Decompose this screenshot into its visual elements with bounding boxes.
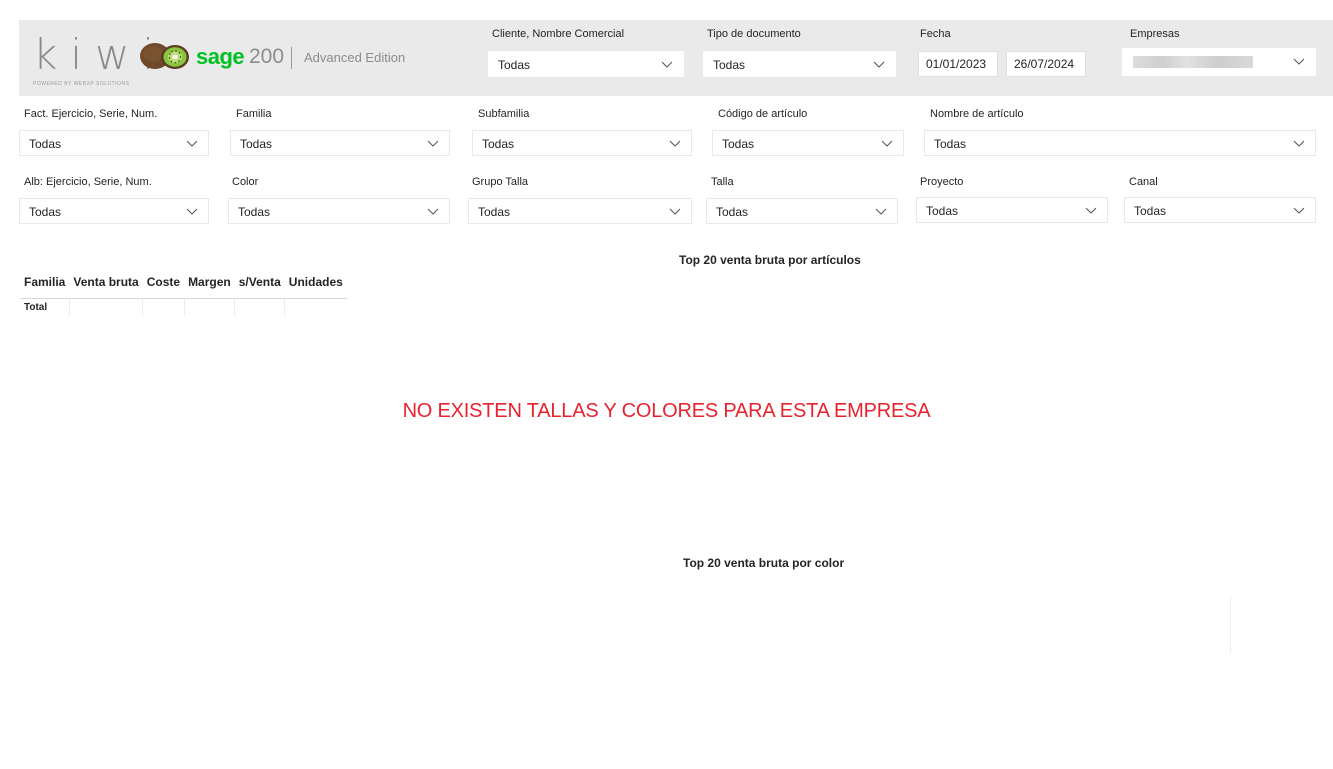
- familia-table: Familia Venta bruta Coste Margen s/Venta…: [20, 270, 347, 316]
- top-articulos-title: Top 20 venta bruta por artículos: [679, 253, 861, 267]
- nombre-articulo-label: Nombre de artículo: [930, 108, 1024, 120]
- total-cell: [285, 298, 347, 316]
- column-header-unidades[interactable]: Unidades: [284, 270, 347, 299]
- talla-label: Talla: [711, 176, 734, 188]
- grupo-talla-label: Grupo Talla: [472, 176, 529, 188]
- proyecto-label: Proyecto: [920, 176, 964, 188]
- cliente-slicer[interactable]: Todas: [488, 51, 684, 77]
- color-slicer[interactable]: Todas: [228, 198, 450, 224]
- proyecto-value: Todas: [926, 204, 959, 218]
- divider: [1230, 596, 1231, 654]
- empresas-slicer[interactable]: [1122, 48, 1316, 76]
- tipo-documento-value: Todas: [713, 58, 746, 72]
- total-cell: [234, 298, 286, 316]
- chevron-down-icon: [669, 140, 681, 147]
- fact-value: Todas: [29, 137, 62, 151]
- alb-value: Todas: [29, 205, 62, 219]
- cliente-value: Todas: [498, 58, 531, 72]
- familia-label: Familia: [236, 108, 272, 120]
- cliente-label: Cliente, Nombre Comercial: [492, 28, 625, 40]
- table-header-row: Familia Venta bruta Coste Margen s/Venta…: [20, 270, 347, 299]
- sage-version-text: 200: [249, 45, 285, 68]
- fact-label: Fact. Ejercicio, Serie, Num.: [24, 108, 158, 120]
- total-label: Total: [20, 298, 70, 316]
- familia-slicer[interactable]: Todas: [230, 130, 450, 156]
- fecha-from-input[interactable]: 01/01/2023: [918, 51, 998, 77]
- chevron-down-icon: [1085, 207, 1097, 214]
- kiwi-sage-logo: kiwi POWERED BY WEBXP SOLUTIONS sage 200…: [33, 30, 433, 88]
- chevron-down-icon: [669, 208, 681, 215]
- chevron-down-icon: [881, 140, 893, 147]
- alb-label: Alb: Ejercicio, Serie, Num.: [24, 176, 152, 188]
- talla-value: Todas: [716, 205, 749, 219]
- chevron-down-icon: [427, 140, 439, 147]
- empresas-label: Empresas: [1130, 28, 1180, 40]
- codigo-articulo-value: Todas: [722, 137, 755, 151]
- nombre-articulo-slicer[interactable]: Todas: [924, 130, 1316, 156]
- column-header-margen[interactable]: Margen: [184, 270, 235, 299]
- column-header-s-venta[interactable]: s/Venta: [234, 270, 285, 299]
- sage-edition-text: Advanced Edition: [304, 50, 406, 65]
- fact-slicer[interactable]: Todas: [19, 130, 209, 156]
- canal-label: Canal: [1129, 176, 1158, 188]
- chevron-down-icon: [661, 61, 673, 68]
- nombre-articulo-value: Todas: [934, 137, 967, 151]
- kiwi-fruit-icon: [140, 43, 189, 69]
- color-label: Color: [232, 176, 259, 188]
- familia-value: Todas: [240, 137, 273, 151]
- column-header-venta-bruta[interactable]: Venta bruta: [69, 270, 143, 299]
- tipo-documento-slicer[interactable]: Todas: [703, 51, 896, 77]
- logo-separator: [291, 47, 292, 69]
- kiwi-logo-tagline: POWERED BY WEBXP SOLUTIONS: [33, 81, 130, 87]
- no-data-message: NO EXISTEN TALLAS Y COLORES PARA ESTA EM…: [402, 400, 931, 422]
- subfamilia-label: Subfamilia: [478, 108, 530, 120]
- top-color-title: Top 20 venta bruta por color: [683, 556, 845, 570]
- canal-value: Todas: [1134, 204, 1167, 218]
- total-cell: [69, 298, 144, 316]
- column-header-coste[interactable]: Coste: [142, 270, 185, 299]
- canal-slicer[interactable]: Todas: [1124, 197, 1316, 223]
- chevron-down-icon: [1293, 140, 1305, 147]
- chevron-down-icon: [873, 61, 885, 68]
- grupo-talla-slicer[interactable]: Todas: [468, 198, 692, 224]
- subfamilia-value: Todas: [482, 137, 515, 151]
- total-cell: [142, 298, 185, 316]
- proyecto-slicer[interactable]: Todas: [916, 197, 1108, 223]
- color-value: Todas: [238, 205, 271, 219]
- sage-logo-text: sage: [196, 44, 245, 69]
- chevron-down-icon: [875, 208, 887, 215]
- chevron-down-icon: [186, 140, 198, 147]
- subfamilia-slicer[interactable]: Todas: [472, 130, 692, 156]
- total-cell: [184, 298, 236, 316]
- column-header-familia[interactable]: Familia: [20, 270, 70, 299]
- chevron-down-icon: [1293, 58, 1305, 65]
- fecha-label: Fecha: [920, 28, 951, 40]
- codigo-articulo-label: Código de artículo: [718, 108, 808, 120]
- empresas-value-blurred: [1133, 56, 1253, 68]
- chevron-down-icon: [427, 208, 439, 215]
- chevron-down-icon: [1293, 207, 1305, 214]
- chevron-down-icon: [186, 208, 198, 215]
- table-total-row: Total: [20, 298, 347, 316]
- fecha-to-input[interactable]: 26/07/2024: [1006, 51, 1086, 77]
- tipo-documento-label: Tipo de documento: [707, 28, 801, 40]
- codigo-articulo-slicer[interactable]: Todas: [712, 130, 904, 156]
- alb-slicer[interactable]: Todas: [19, 198, 209, 224]
- grupo-talla-value: Todas: [478, 205, 511, 219]
- talla-slicer[interactable]: Todas: [706, 198, 898, 224]
